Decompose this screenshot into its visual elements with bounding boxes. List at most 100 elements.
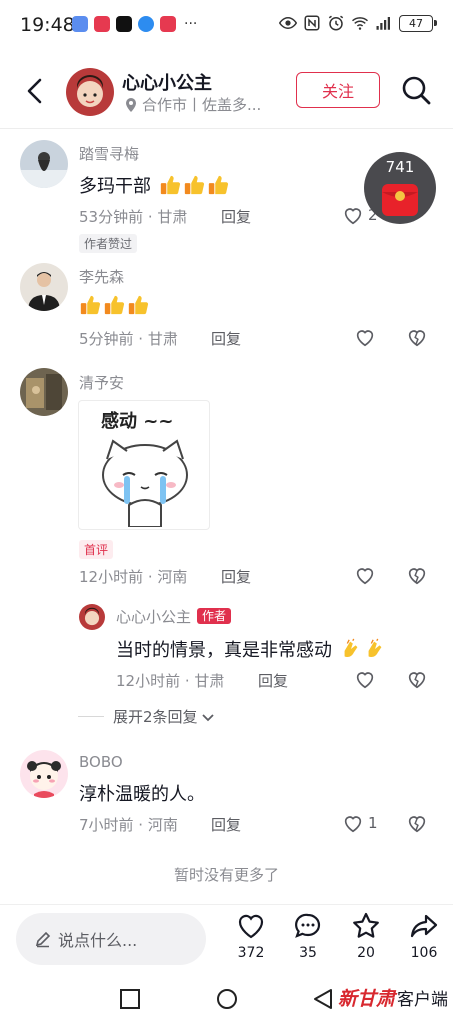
comment-meta: 53分钟前 · 甘肃 (79, 208, 188, 226)
broken-heart-icon[interactable] (406, 326, 428, 348)
share-arrow-icon[interactable] (409, 911, 439, 941)
thumbs-up-emoji-icon (80, 295, 101, 315)
author-reply-meta: 12小时前 · 甘肃 (116, 672, 225, 690)
broken-heart-icon[interactable] (406, 668, 428, 690)
red-packet-count: 741 (385, 158, 415, 176)
nfc-icon (304, 15, 320, 31)
comment-action[interactable]: 35 (288, 911, 328, 961)
status-bar: 19:48 ··· 47 (0, 0, 453, 50)
status-time: 19:48 (20, 14, 75, 36)
author-reply-username[interactable]: 心心小公主 (116, 608, 191, 626)
author-name[interactable]: 心心小公主 (122, 69, 212, 95)
thumbs-up-emoji-icon (104, 295, 125, 315)
author-location: 合作市丨佐盖多... (124, 94, 274, 115)
reply-button[interactable]: 回复 (258, 670, 288, 691)
recents-square-icon[interactable] (119, 988, 141, 1010)
status-indicators: 47 (279, 14, 437, 32)
tiktok-icon (116, 16, 132, 32)
no-more-comments: 暂时没有更多了 (173, 866, 279, 884)
heart-icon[interactable] (236, 911, 266, 941)
share-total: 106 (410, 945, 438, 961)
author-avatar[interactable] (66, 68, 114, 116)
commenter-avatar[interactable] (20, 263, 68, 311)
commenter-name[interactable]: BOBO (79, 753, 123, 771)
expand-replies-button[interactable]: 展开2条回复 (113, 706, 215, 727)
reply-button[interactable]: 回复 (221, 566, 251, 587)
battery-indicator: 47 (399, 14, 437, 32)
location-pin-icon (126, 97, 136, 112)
comment-text: 多玛干部 (79, 172, 229, 198)
clapping-emoji-icon (368, 638, 382, 658)
heart-icon[interactable] (342, 812, 364, 834)
emoji-sticker[interactable]: 感动 ~~ (78, 400, 210, 530)
watermark-label: 客户端 (397, 990, 449, 1010)
wifi-icon (352, 17, 368, 30)
like-action[interactable]: 372 (231, 911, 271, 961)
follow-button[interactable]: 关注 (296, 72, 380, 108)
alarm-icon (328, 15, 344, 31)
search-icon[interactable] (400, 74, 432, 106)
heart-icon[interactable] (354, 326, 376, 348)
heart-icon[interactable] (342, 204, 364, 226)
reply-button[interactable]: 回复 (211, 328, 241, 349)
back-icon[interactable] (20, 76, 50, 106)
author-badge: 作者 (197, 608, 232, 624)
expand-replies-label[interactable]: 展开2条回复 (113, 706, 198, 727)
like-total: 372 (237, 945, 265, 961)
comment-meta: 12小时前 · 河南 (79, 568, 188, 586)
watermark: 新甘肃 客户端 (338, 984, 448, 1011)
expand-divider (78, 716, 104, 717)
thumbs-up-emoji-icon (128, 295, 149, 315)
header-divider (0, 128, 453, 129)
commenter-name[interactable]: 李先森 (79, 266, 124, 287)
status-app-icons: ··· (72, 16, 197, 32)
like-count: 1 (368, 814, 378, 832)
favorite-total: 20 (357, 945, 375, 961)
home-circle-icon[interactable] (216, 988, 238, 1010)
commenter-name[interactable]: 踏雪寻梅 (79, 143, 139, 164)
share-action[interactable]: 106 (404, 911, 444, 961)
signal-icon (376, 17, 390, 30)
author-location-text: 合作市丨佐盖多... (142, 96, 262, 114)
eye-icon (279, 16, 297, 30)
red-packet-button[interactable]: 741 (364, 152, 436, 224)
heart-icon[interactable] (354, 564, 376, 586)
back-triangle-icon[interactable] (312, 988, 334, 1010)
header: 心心小公主 合作市丨佐盖多... 关注 (0, 60, 453, 124)
comment-meta: 5分钟前 · 甘肃 (79, 330, 178, 348)
thumbs-up-emoji-icon (184, 175, 204, 195)
app-icon-2 (94, 16, 110, 32)
heart-icon[interactable] (354, 668, 376, 690)
comment-text-body: 多玛干部 (79, 176, 151, 197)
comment-bubble-icon[interactable] (293, 911, 323, 941)
thumbs-up-emoji-icon (208, 175, 228, 195)
star-icon[interactable] (351, 911, 381, 941)
commenter-avatar[interactable] (20, 368, 68, 416)
commenter-avatar[interactable] (20, 750, 68, 798)
comment-input-placeholder[interactable]: 说点什么... (58, 927, 137, 951)
status-more-dots: ··· (184, 16, 198, 32)
reply-button[interactable]: 回复 (211, 814, 241, 835)
broken-heart-icon[interactable] (406, 812, 428, 834)
comment-text: 淳朴温暖的人。 (79, 784, 205, 805)
comment-total: 35 (299, 945, 317, 961)
author-reply-name[interactable]: 心心小公主 作者 (116, 606, 232, 627)
reply-button[interactable]: 回复 (221, 206, 251, 227)
battery-level: 47 (409, 16, 423, 30)
app-icon-1 (72, 16, 88, 32)
chevron-down-icon (201, 713, 214, 721)
clapping-emoji-icon (344, 638, 358, 658)
app-icon-5 (160, 16, 176, 32)
author-liked-tag: 作者赞过 (79, 234, 138, 253)
thumbs-up-emoji-icon (160, 175, 180, 195)
comment-input[interactable]: 说点什么... (16, 913, 206, 965)
commenter-avatar[interactable] (20, 140, 68, 188)
comment-text (79, 294, 149, 317)
commenter-name[interactable]: 清予安 (79, 372, 124, 393)
broken-heart-icon[interactable] (406, 564, 428, 586)
comment-meta: 7小时前 · 河南 (79, 816, 178, 834)
crying-cat-sticker-icon (102, 439, 188, 527)
author-reply-text: 当时的情景，真是非常感动 (116, 636, 386, 662)
favorite-action[interactable]: 20 (346, 911, 386, 961)
author-reply-avatar[interactable] (79, 604, 105, 630)
